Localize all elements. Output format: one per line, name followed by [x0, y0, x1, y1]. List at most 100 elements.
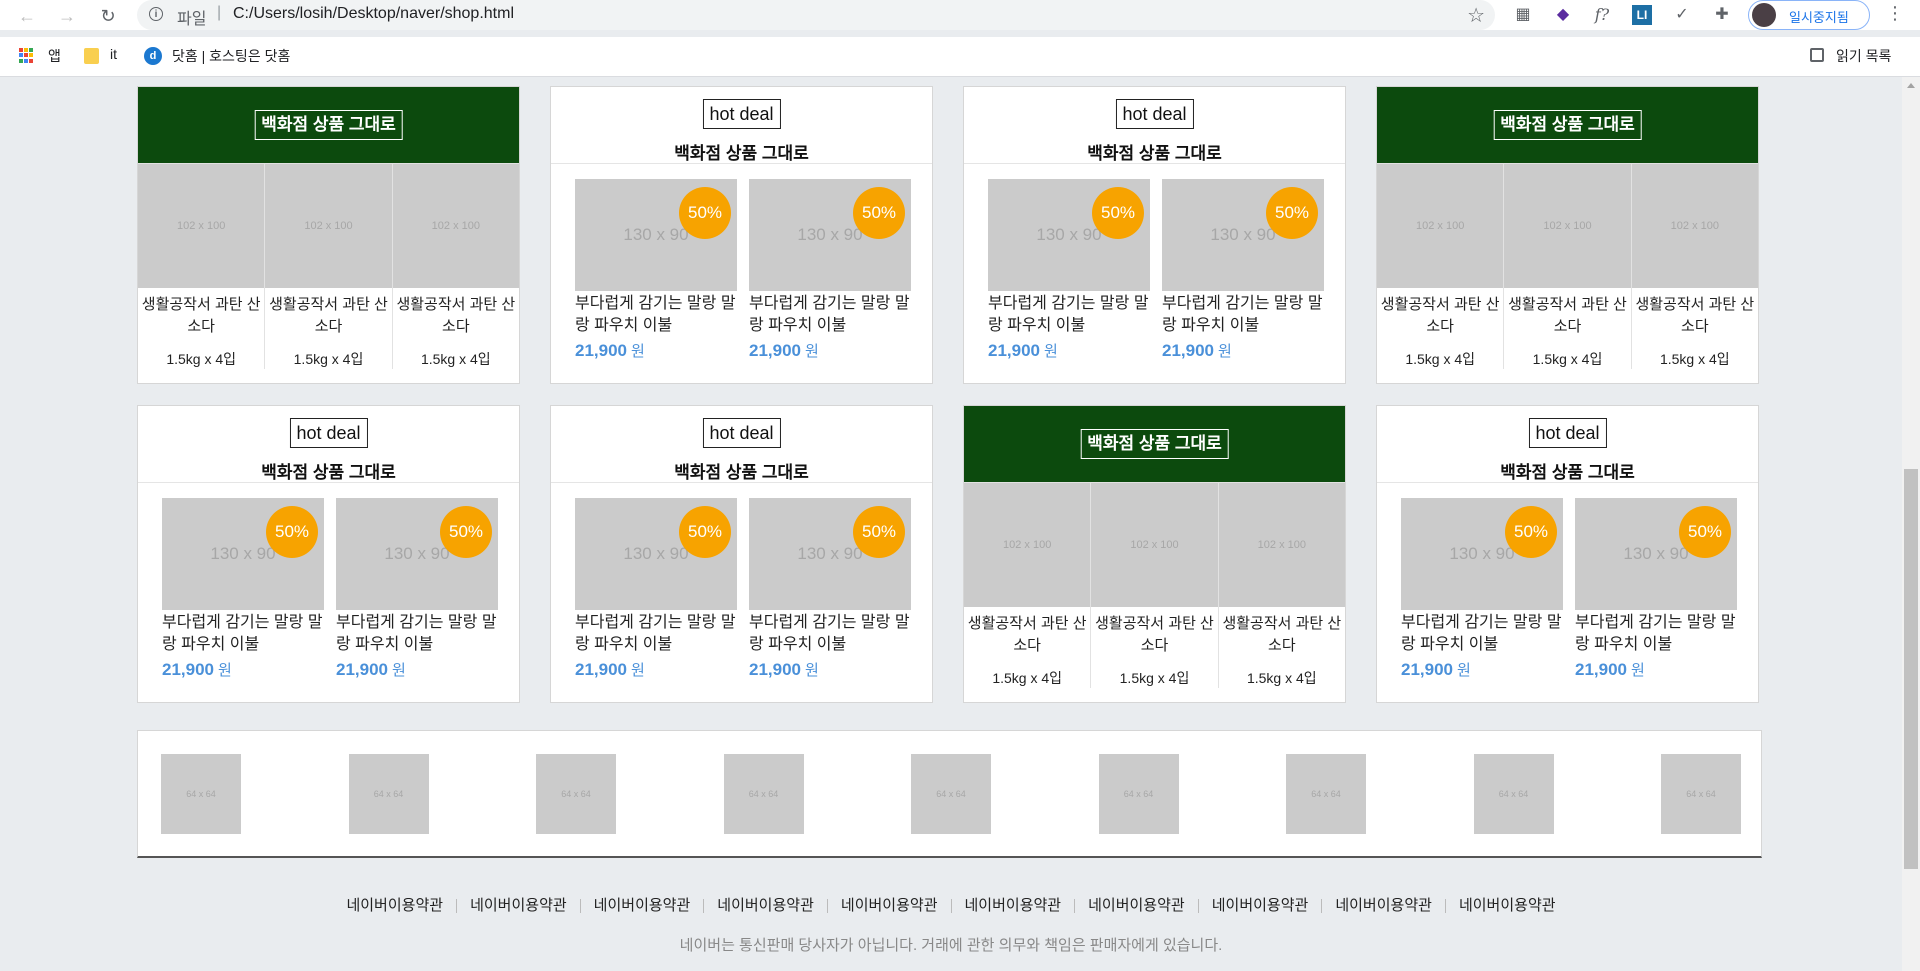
- product-image-placeholder[interactable]: 102 x 100: [964, 482, 1091, 607]
- brand-logo-placeholder[interactable]: 64 x 64: [1661, 754, 1741, 834]
- product-image-placeholder[interactable]: 102 x 100: [1218, 482, 1345, 607]
- info-icon[interactable]: i: [149, 7, 163, 21]
- back-arrow-icon[interactable]: ←: [15, 4, 39, 28]
- product-name[interactable]: 생활공작서 과탄 산소다: [1219, 613, 1345, 657]
- product-name[interactable]: 부다럽게 감기는 말랑 말랑 파우치 이불: [988, 293, 1150, 337]
- product-image-placeholder[interactable]: 130 x 90 50%: [336, 498, 498, 610]
- product-item[interactable]: 102 x 100 생활공작서 과탄 산소다 1.5kg x 4입: [1377, 163, 1505, 369]
- product-image-placeholder[interactable]: 102 x 100: [265, 163, 392, 288]
- brand-logo-placeholder[interactable]: 64 x 64: [348, 754, 429, 834]
- footer-link[interactable]: 네이버이용약관: [333, 898, 456, 913]
- address-bar[interactable]: i 파일 | C:/Users/losih/Desktop/naver/shop…: [137, 0, 1495, 30]
- reading-list-button[interactable]: 읽기 목록: [1836, 46, 1891, 66]
- footer-link[interactable]: 네이버이용약관: [1074, 898, 1198, 913]
- card-title[interactable]: 백화점 상품 그대로: [254, 110, 403, 140]
- product-name[interactable]: 생활공작서 과탄 산소다: [138, 294, 264, 338]
- product-name[interactable]: 생활공작서 과탄 산소다: [964, 613, 1090, 657]
- product-image-placeholder[interactable]: 102 x 100: [1377, 163, 1504, 288]
- diamond-extension-icon[interactable]: ◆: [1553, 5, 1573, 25]
- apps-grid-icon[interactable]: [19, 48, 34, 63]
- bookmark-apps[interactable]: 앱: [48, 46, 61, 66]
- card-title[interactable]: 백화점 상품 그대로: [964, 139, 1345, 164]
- product-item[interactable]: 102 x 100 생활공작서 과탄 산소다 1.5kg x 4입: [964, 482, 1092, 688]
- product-item[interactable]: 102 x 100 생활공작서 과탄 산소다 1.5kg x 4입: [392, 163, 519, 369]
- product-item[interactable]: 102 x 100 생활공작서 과탄 산소다 1.5kg x 4입: [1091, 482, 1219, 688]
- product-item[interactable]: 102 x 100 생활공작서 과탄 산소다 1.5kg x 4입: [1504, 163, 1632, 369]
- footer-link[interactable]: 네이버이용약관: [456, 898, 580, 913]
- brand-logo-placeholder[interactable]: 64 x 64: [1098, 754, 1179, 834]
- product-image-placeholder[interactable]: 130 x 90 50%: [1575, 498, 1737, 610]
- footer-link[interactable]: 네이버이용약관: [579, 898, 704, 913]
- calendar-extension-icon[interactable]: ▦: [1513, 5, 1533, 25]
- product-name[interactable]: 생활공작서 과탄 산소다: [1377, 294, 1503, 338]
- product-image-placeholder[interactable]: 130 x 90 50%: [749, 498, 911, 610]
- card-title[interactable]: 백화점 상품 그대로: [551, 458, 932, 483]
- product-image-placeholder[interactable]: 130 x 90 50%: [575, 179, 737, 291]
- url-text[interactable]: C:/Users/losih/Desktop/naver/shop.html: [233, 5, 514, 23]
- vertical-scrollbar[interactable]: [1902, 77, 1920, 971]
- product-item[interactable]: 130 x 90 50% 부다럽게 감기는 말랑 말랑 파우치 이불 21,900 원: [1575, 498, 1737, 680]
- brand-logo-placeholder[interactable]: 64 x 64: [536, 754, 616, 834]
- brand-logo-placeholder[interactable]: 64 x 64: [161, 754, 241, 834]
- brand-logo-placeholder[interactable]: 64 x 64: [1473, 754, 1554, 834]
- card-title[interactable]: 백화점 상품 그대로: [1493, 110, 1642, 140]
- more-menu-icon[interactable]: ⋮: [1886, 3, 1904, 24]
- product-item[interactable]: 130 x 90 50% 부다럽게 감기는 말랑 말랑 파우치 이불 21,900 원: [575, 179, 737, 361]
- product-name[interactable]: 생활공작서 과탄 산소다: [393, 294, 519, 338]
- product-item[interactable]: 102 x 100 생활공작서 과탄 산소다 1.5kg x 4입: [138, 163, 266, 369]
- scrollbar-thumb[interactable]: [1904, 469, 1918, 869]
- forward-arrow-icon[interactable]: →: [55, 4, 79, 28]
- product-name[interactable]: 생활공작서 과탄 산소다: [1632, 294, 1758, 338]
- product-item[interactable]: 102 x 100 생활공작서 과탄 산소다 1.5kg x 4입: [265, 163, 393, 369]
- brand-logo-placeholder[interactable]: 64 x 64: [1286, 754, 1366, 834]
- product-item[interactable]: 130 x 90 50% 부다럽게 감기는 말랑 말랑 파우치 이불 21,900 원: [336, 498, 498, 680]
- footer-link[interactable]: 네이버이용약관: [950, 898, 1075, 913]
- product-item[interactable]: 130 x 90 50% 부다럽게 감기는 말랑 말랑 파우치 이불 21,900 원: [1401, 498, 1563, 680]
- puzzle-extensions-icon[interactable]: ✚: [1712, 5, 1732, 25]
- scroll-up-arrow-icon[interactable]: [1907, 83, 1915, 88]
- product-image-placeholder[interactable]: 102 x 100: [138, 163, 265, 288]
- product-name[interactable]: 부다럽게 감기는 말랑 말랑 파우치 이불: [1401, 612, 1563, 656]
- product-name[interactable]: 생활공작서 과탄 산소다: [1091, 613, 1217, 657]
- product-name[interactable]: 부다럽게 감기는 말랑 말랑 파우치 이불: [575, 612, 737, 656]
- bookmark-it[interactable]: it: [110, 46, 117, 62]
- product-image-placeholder[interactable]: 130 x 90 50%: [988, 179, 1150, 291]
- product-name[interactable]: 생활공작서 과탄 산소다: [265, 294, 391, 338]
- product-item[interactable]: 130 x 90 50% 부다럽게 감기는 말랑 말랑 파우치 이불 21,900 원: [988, 179, 1150, 361]
- eyedropper-extension-icon[interactable]: ✓: [1672, 5, 1692, 25]
- product-image-placeholder[interactable]: 102 x 100: [1091, 482, 1218, 607]
- product-name[interactable]: 부다럽게 감기는 말랑 말랑 파우치 이불: [336, 612, 498, 656]
- footer-link[interactable]: 네이버이용약관: [703, 898, 827, 913]
- product-item[interactable]: 130 x 90 50% 부다럽게 감기는 말랑 말랑 파우치 이불 21,900 원: [749, 179, 911, 361]
- product-image-placeholder[interactable]: 130 x 90 50%: [575, 498, 737, 610]
- footer-link[interactable]: 네이버이용약관: [1321, 898, 1445, 913]
- brand-logo-placeholder[interactable]: 64 x 64: [723, 754, 804, 834]
- product-item[interactable]: 130 x 90 50% 부다럽게 감기는 말랑 말랑 파우치 이불 21,900 원: [162, 498, 324, 680]
- brand-logo-placeholder[interactable]: 64 x 64: [911, 754, 991, 834]
- product-item[interactable]: 130 x 90 50% 부다럽게 감기는 말랑 말랑 파우치 이불 21,900 원: [575, 498, 737, 680]
- bookmark-dothome[interactable]: 닷홈 | 호스팅은 닷홈: [172, 46, 290, 66]
- product-image-placeholder[interactable]: 102 x 100: [392, 163, 519, 288]
- footer-link[interactable]: 네이버이용약관: [826, 898, 951, 913]
- card-title[interactable]: 백화점 상품 그대로: [1080, 429, 1229, 459]
- product-image-placeholder[interactable]: 130 x 90 50%: [162, 498, 324, 610]
- product-name[interactable]: 부다럽게 감기는 말랑 말랑 파우치 이불: [162, 612, 324, 656]
- li-extension-icon[interactable]: LI: [1632, 5, 1652, 25]
- product-image-placeholder[interactable]: 130 x 90 50%: [749, 179, 911, 291]
- bookmark-star-icon[interactable]: ☆: [1467, 3, 1485, 28]
- product-name[interactable]: 생활공작서 과탄 산소다: [1504, 294, 1630, 338]
- product-name[interactable]: 부다럽게 감기는 말랑 말랑 파우치 이불: [749, 293, 911, 337]
- reading-list-icon[interactable]: [1810, 48, 1824, 62]
- card-title[interactable]: 백화점 상품 그대로: [1377, 458, 1758, 483]
- product-image-placeholder[interactable]: 102 x 100: [1631, 163, 1758, 288]
- product-item[interactable]: 102 x 100 생활공작서 과탄 산소다 1.5kg x 4입: [1218, 482, 1345, 688]
- product-name[interactable]: 부다럽게 감기는 말랑 말랑 파우치 이불: [1575, 612, 1737, 656]
- product-image-placeholder[interactable]: 130 x 90 50%: [1162, 179, 1324, 291]
- product-name[interactable]: 부다럽게 감기는 말랑 말랑 파우치 이불: [749, 612, 911, 656]
- footer-link[interactable]: 네이버이용약관: [1197, 898, 1322, 913]
- profile-button[interactable]: 일시중지됨: [1748, 0, 1870, 30]
- formula-extension-icon[interactable]: f?: [1592, 5, 1612, 25]
- card-title[interactable]: 백화점 상품 그대로: [138, 458, 519, 483]
- product-item[interactable]: 130 x 90 50% 부다럽게 감기는 말랑 말랑 파우치 이불 21,900 원: [1162, 179, 1324, 361]
- footer-link[interactable]: 네이버이용약관: [1444, 898, 1569, 913]
